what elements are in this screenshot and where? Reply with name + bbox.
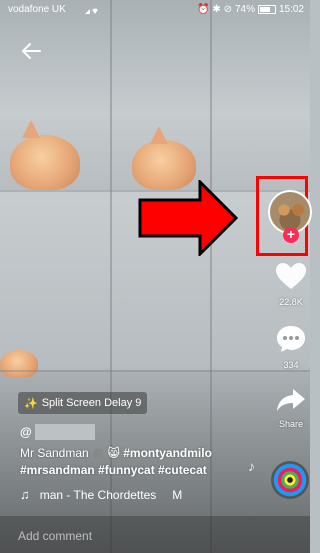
share-button[interactable]: Share bbox=[272, 388, 310, 429]
floating-note-icon: ♪ bbox=[248, 458, 255, 474]
effect-chip-label: Split Screen Delay 9 bbox=[41, 397, 142, 409]
clock: 15:02 bbox=[278, 4, 304, 15]
like-button[interactable]: 22.8K bbox=[272, 262, 310, 307]
battery-icon bbox=[257, 5, 276, 14]
add-comment-input[interactable] bbox=[16, 526, 250, 546]
cat-ear bbox=[150, 126, 168, 144]
comment-count: 334 bbox=[283, 360, 299, 370]
music-note-icon: ♫ bbox=[20, 487, 30, 502]
video-caption: Mr Sandman 😸 #montyandmilo #mrsandman #f… bbox=[20, 445, 255, 479]
back-arrow-icon[interactable] bbox=[20, 40, 42, 62]
music-title: man - The Chordettes bbox=[39, 487, 157, 502]
annotation-arrow bbox=[138, 180, 238, 256]
signal-wifi-icon bbox=[85, 8, 98, 14]
heart-icon bbox=[276, 263, 306, 289]
username-prefix: @ bbox=[20, 425, 32, 439]
cat-emoji-icon: 😸 bbox=[107, 446, 120, 460]
comment-bar bbox=[0, 516, 310, 553]
cat-image bbox=[10, 135, 80, 190]
hashtag-montyandmilo[interactable]: #montyandmilo bbox=[123, 446, 212, 460]
comment-bubble-icon bbox=[277, 326, 305, 352]
share-arrow-icon bbox=[277, 389, 305, 411]
status-icons: ⏰ ✱ ⊘ bbox=[197, 4, 232, 15]
redacted-username bbox=[34, 424, 95, 440]
effect-chip[interactable]: ✨ Split Screen Delay 9 bbox=[18, 392, 148, 414]
status-right: ⏰ ✱ ⊘ 74% 15:02 bbox=[197, 4, 304, 15]
comment-button[interactable]: 334 bbox=[272, 325, 310, 370]
sleeping-emoji-icon bbox=[92, 447, 104, 459]
share-label: Share bbox=[278, 419, 304, 429]
battery-percent: 74% bbox=[234, 4, 255, 15]
hashtag-line[interactable]: #mrsandman #funnycat #cutecat bbox=[20, 462, 255, 479]
carrier-name: vodafone UK bbox=[8, 4, 66, 15]
status-bar: vodafone UK ⏰ ✱ ⊘ 74% 15:02 bbox=[0, 0, 310, 20]
follow-plus-button[interactable]: + bbox=[283, 227, 299, 243]
like-count: 22.8K bbox=[279, 297, 303, 307]
sparkle-icon: ✨ bbox=[24, 397, 38, 410]
music-disc[interactable] bbox=[271, 461, 309, 499]
music-ticker[interactable]: ♫ man - The Chordettes M bbox=[20, 487, 182, 502]
video-tile bbox=[210, 0, 310, 190]
author-username[interactable]: @ bbox=[20, 424, 95, 440]
music-title-trailing: M bbox=[172, 487, 183, 502]
cat-ear bbox=[22, 120, 40, 138]
video-tile bbox=[0, 190, 110, 370]
caption-text: Mr Sandman bbox=[20, 446, 89, 460]
